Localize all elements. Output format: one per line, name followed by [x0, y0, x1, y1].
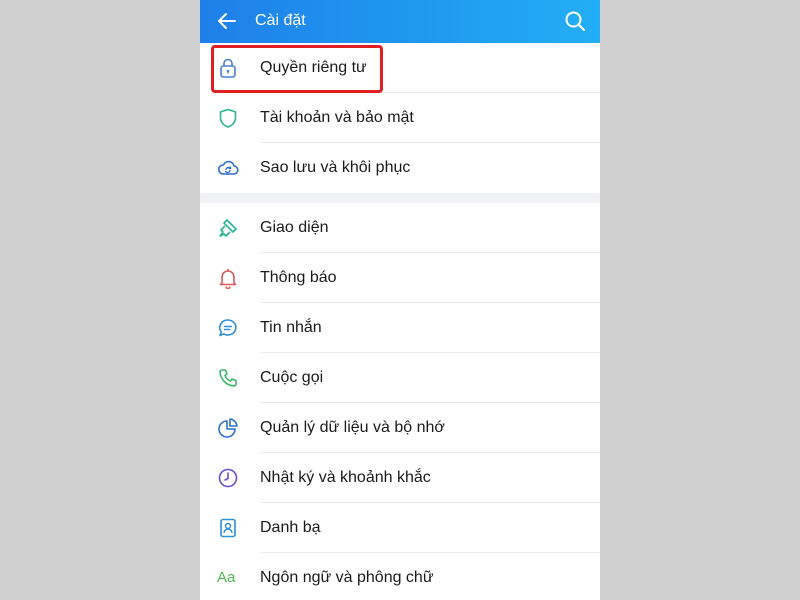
highlight-box: [211, 45, 383, 93]
settings-item-language-font[interactable]: Aa Ngôn ngữ và phông chữ: [200, 553, 600, 600]
settings-item-calls[interactable]: Cuộc gọi: [200, 353, 600, 403]
settings-item-label: Tin nhắn: [260, 319, 322, 336]
clock-icon: [218, 468, 238, 488]
settings-item-label: Cuộc gọi: [260, 369, 324, 386]
back-button[interactable]: [212, 6, 242, 36]
font-aa-icon: Aa: [217, 569, 236, 586]
contact-card-icon: [220, 518, 236, 538]
settings-item-label: Ngôn ngữ và phông chữ: [260, 569, 434, 586]
settings-item-appearance[interactable]: Giao diện: [200, 203, 600, 253]
page-title: Cài đặt: [255, 12, 306, 29]
settings-item-diary-moments[interactable]: Nhật ký và khoảnh khắc: [200, 453, 600, 503]
settings-item-label: Tài khoản và bảo mật: [260, 109, 414, 126]
shield-icon: [219, 108, 237, 128]
settings-item-contacts[interactable]: Danh bạ: [200, 503, 600, 553]
settings-item-account-security[interactable]: Tài khoản và bảo mật: [200, 93, 600, 143]
settings-item-label: Giao diện: [260, 219, 329, 236]
search-button[interactable]: [560, 6, 590, 36]
chat-bubble-icon: [218, 319, 237, 337]
settings-item-label: Thông báo: [260, 269, 337, 286]
settings-item-messages[interactable]: Tin nhắn: [200, 303, 600, 353]
settings-item-label: Sao lưu và khôi phục: [260, 159, 411, 176]
settings-group-general: Giao diện Thông báo Tin nhắn Cuộc gọi Qu…: [200, 203, 600, 600]
phone-icon: [219, 369, 237, 387]
bell-icon: [219, 268, 237, 289]
arrow-left-icon: [218, 13, 236, 29]
settings-item-data-storage[interactable]: Quản lý dữ liệu và bộ nhớ: [200, 403, 600, 453]
settings-item-notifications[interactable]: Thông báo: [200, 253, 600, 303]
settings-item-label: Danh bạ: [260, 519, 321, 536]
app-header: Cài đặt: [200, 0, 600, 43]
pie-chart-icon: [218, 418, 238, 438]
settings-item-label: Nhật ký và khoảnh khắc: [260, 469, 431, 486]
settings-item-label: Quản lý dữ liệu và bộ nhớ: [260, 419, 445, 436]
settings-screen: Cài đặt Quyền riêng tư Tài khoản và bảo …: [200, 0, 600, 600]
paint-brush-icon: [219, 219, 237, 237]
search-icon: [565, 11, 585, 31]
cloud-sync-icon: [217, 160, 239, 175]
settings-item-backup-restore[interactable]: Sao lưu và khôi phục: [200, 143, 600, 193]
section-separator: [200, 193, 600, 203]
